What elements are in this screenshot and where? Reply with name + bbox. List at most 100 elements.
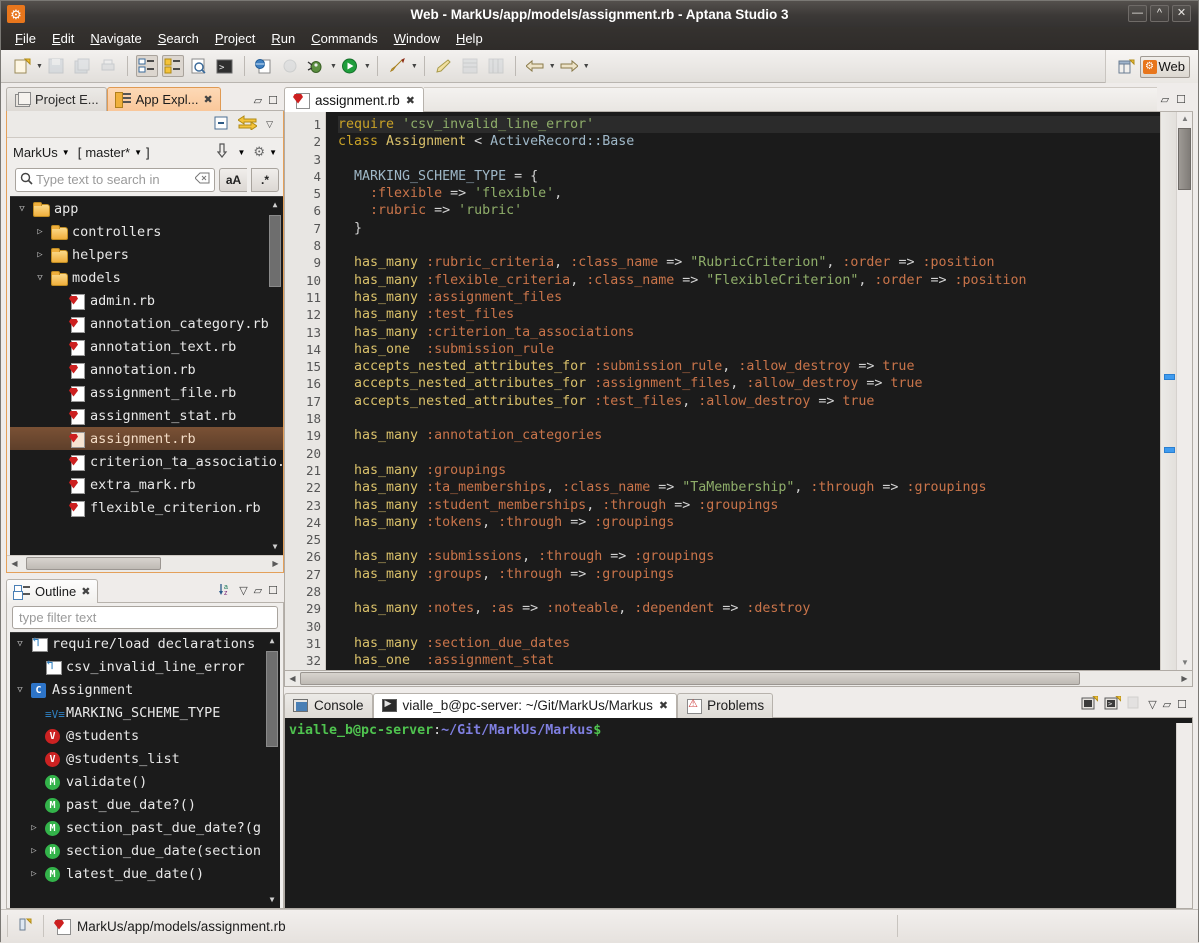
- code-line[interactable]: has_many :annotation_categories: [338, 427, 1160, 444]
- outline-vertical-scrollbar[interactable]: ▲ ▼: [266, 635, 278, 906]
- console-output[interactable]: vialle_b@pc-server:~/Git/MarkUs/Markus$: [284, 717, 1193, 909]
- project-name-label[interactable]: MarkUs: [13, 145, 58, 160]
- tree-item[interactable]: annotation_text.rb: [10, 335, 283, 358]
- rocket-icon[interactable]: [386, 55, 408, 77]
- tab-assignment-rb[interactable]: assignment.rb ✖: [284, 87, 425, 112]
- collapse-arrow-icon[interactable]: ▷: [28, 869, 40, 879]
- view-menu-icon[interactable]: ▽: [239, 584, 247, 597]
- code-line[interactable]: has_many :criterion_ta_associations: [338, 324, 1160, 341]
- menu-help[interactable]: Help: [448, 29, 491, 48]
- broom-icon[interactable]: [433, 55, 455, 77]
- code-line[interactable]: }: [338, 220, 1160, 237]
- outline-item[interactable]: V @students_list: [10, 748, 280, 771]
- view-menu-icon[interactable]: ▽: [266, 119, 273, 130]
- close-icon[interactable]: ✖: [659, 699, 668, 712]
- perspective-web-button[interactable]: ⚙ Web: [1139, 55, 1190, 78]
- close-icon[interactable]: ✖: [406, 94, 415, 107]
- expand-arrow-icon[interactable]: ▽: [34, 273, 46, 283]
- chevron-down-icon[interactable]: ▼: [36, 63, 43, 70]
- branch-name-label[interactable]: master*: [85, 145, 130, 160]
- code-line[interactable]: accepts_nested_attributes_for :assignmen…: [338, 375, 1160, 392]
- open-perspective-icon[interactable]: [1116, 56, 1138, 78]
- collapse-all-icon[interactable]: [214, 116, 229, 133]
- menu-navigate[interactable]: Navigate: [82, 29, 149, 48]
- tree-horizontal-scrollbar[interactable]: ◀ ▶: [7, 554, 283, 572]
- outline-item[interactable]: csv_invalid_line_error: [10, 656, 280, 679]
- search-input[interactable]: Type text to search in: [36, 172, 192, 187]
- close-icon[interactable]: ✖: [203, 93, 212, 106]
- open-terminal-icon[interactable]: >: [1104, 695, 1122, 714]
- search-case-sensitive-button[interactable]: aA: [219, 167, 247, 192]
- tab-console[interactable]: Console: [284, 692, 373, 718]
- tree-item[interactable]: assignment_stat.rb: [10, 404, 283, 427]
- menu-run[interactable]: Run: [263, 29, 303, 48]
- outline-item[interactable]: ▽ require/load declarations: [10, 633, 280, 656]
- code-line[interactable]: MARKING_SCHEME_TYPE = {: [338, 168, 1160, 185]
- view-menu-icon[interactable]: ▽: [1148, 698, 1156, 711]
- tree-item[interactable]: extra_mark.rb: [10, 473, 283, 496]
- tab-problems[interactable]: Problems: [677, 692, 774, 718]
- arrow-right-icon[interactable]: [558, 55, 580, 77]
- settings-chevron-down-icon[interactable]: ▼: [269, 148, 277, 157]
- tree-vertical-scrollbar[interactable]: ▲ ▼: [269, 199, 281, 553]
- outline-tree[interactable]: ▲ ▼ ▽ require/load declarations csv_invali…: [10, 631, 280, 908]
- overview-ruler[interactable]: [1160, 112, 1176, 670]
- gear-dropdown-icon[interactable]: ⚙: [253, 144, 265, 160]
- code-line[interactable]: has_many :tokens, :through => :groupings: [338, 514, 1160, 531]
- tree-item[interactable]: criterion_ta_associatio...: [10, 450, 283, 473]
- scroll-up-icon[interactable]: ▲: [266, 635, 278, 647]
- code-line[interactable]: class Assignment < ActiveRecord::Base: [338, 133, 1160, 150]
- code-line[interactable]: has_many :rubric_criteria, :class_name =…: [338, 254, 1160, 271]
- code-line[interactable]: [338, 583, 1160, 600]
- overview-ruler-marker[interactable]: [1164, 446, 1175, 453]
- new-terminal-icon[interactable]: [1081, 695, 1099, 714]
- link-with-editor-icon[interactable]: [237, 115, 258, 133]
- tree-item[interactable]: ▽ app: [10, 197, 283, 220]
- scrollbar-thumb[interactable]: [1178, 128, 1191, 190]
- tree-item[interactable]: ▽ models: [10, 266, 283, 289]
- tree-item[interactable]: ▷ controllers: [10, 220, 283, 243]
- code-line[interactable]: accepts_nested_attributes_for :submissio…: [338, 358, 1160, 375]
- run-play-icon[interactable]: [339, 55, 361, 77]
- branch-chevron-down-icon[interactable]: ▼: [134, 148, 142, 157]
- git-push-pull-icon[interactable]: [216, 143, 234, 161]
- minimize-icon[interactable]: ▱: [254, 94, 262, 107]
- collapse-arrow-icon[interactable]: ▷: [28, 823, 40, 833]
- scroll-right-icon[interactable]: ▶: [268, 559, 283, 568]
- code-line[interactable]: :rubric => 'rubric': [338, 202, 1160, 219]
- expand-arrow-icon[interactable]: ▽: [14, 639, 26, 649]
- outline-item[interactable]: ▽ C Assignment: [10, 679, 280, 702]
- code-line[interactable]: has_one :assignment_stat: [338, 652, 1160, 669]
- menu-file[interactable]: File: [7, 29, 44, 48]
- minimize-icon[interactable]: ▱: [254, 584, 262, 597]
- collapse-arrow-icon[interactable]: ▷: [34, 250, 46, 260]
- source-code-text[interactable]: require 'csv_invalid_line_error' class As…: [326, 112, 1160, 670]
- code-line[interactable]: has_many :test_files: [338, 306, 1160, 323]
- tab-app-explorer[interactable]: App Expl... ✖: [106, 87, 221, 111]
- outline-item[interactable]: Mpast_due_date?(): [10, 794, 280, 817]
- code-line[interactable]: has_many :assignment_files: [338, 289, 1160, 306]
- chevron-down-icon[interactable]: ▼: [330, 63, 337, 70]
- tree-item[interactable]: flexible_criterion.rb: [10, 496, 283, 519]
- code-line[interactable]: has_many :flexible_criteria, :class_name…: [338, 272, 1160, 289]
- maximize-icon[interactable]: ☐: [1177, 698, 1187, 711]
- code-line[interactable]: has_many :submissions, :through => :grou…: [338, 548, 1160, 565]
- chevron-down-icon[interactable]: ▼: [411, 63, 418, 70]
- browser-icon[interactable]: [253, 55, 275, 77]
- code-line[interactable]: has_many :section_due_dates: [338, 635, 1160, 652]
- code-line[interactable]: has_many :groups, :through => :groupings: [338, 566, 1160, 583]
- code-line[interactable]: [338, 151, 1160, 168]
- editor-hscroll-thumb[interactable]: [300, 671, 1080, 685]
- git-chevron-down-icon[interactable]: ▼: [238, 148, 246, 157]
- scrollbar-thumb[interactable]: [266, 650, 278, 747]
- outline-item[interactable]: ≡V≡ MARKING_SCHEME_TYPE: [10, 702, 280, 725]
- hscroll-thumb[interactable]: [26, 557, 161, 570]
- editor-hscroll-track[interactable]: [300, 671, 1177, 685]
- tree-item[interactable]: assignment.rb: [10, 427, 283, 450]
- arrow-left-icon[interactable]: [524, 55, 546, 77]
- maximize-button[interactable]: ^: [1150, 5, 1169, 22]
- app-explorer-icon[interactable]: [161, 55, 184, 77]
- code-line[interactable]: has_many :notes, :as => :noteable, :depe…: [338, 600, 1160, 617]
- code-line[interactable]: has_many :ta_memberships, :class_name =>…: [338, 479, 1160, 496]
- minimize-button[interactable]: —: [1128, 5, 1147, 22]
